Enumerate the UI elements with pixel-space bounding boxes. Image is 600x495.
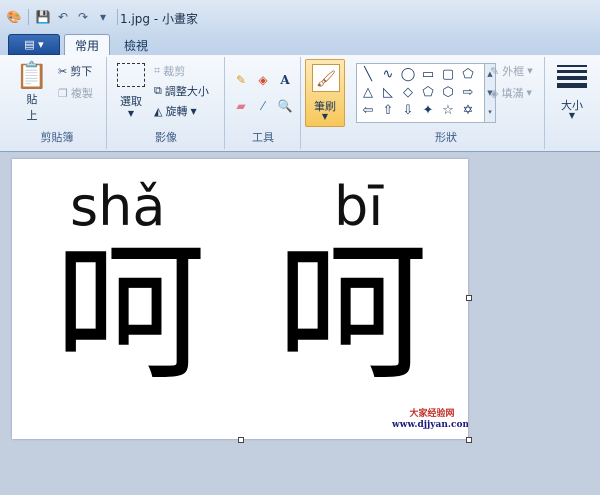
window-title: 1.jpg - 小畫家: [120, 12, 198, 26]
curve-shape-icon[interactable]: ∿: [379, 66, 397, 82]
brush-icon: 🖌: [312, 64, 340, 92]
outline-label: 外框: [502, 65, 525, 78]
selection-rect-icon: [117, 63, 145, 87]
clipboard-group: 📋 貼上 ✂ 剪下 ❐ 複製 剪貼簿: [8, 57, 107, 149]
select-label: 選取: [120, 95, 142, 108]
ribbon-tabs: ▤ ▾ 常用 檢視: [0, 32, 600, 56]
chevron-down-icon: ▼: [190, 106, 197, 116]
right-arrow-shape-icon[interactable]: ⇨: [459, 84, 477, 100]
resize-handle-corner[interactable]: [466, 437, 472, 443]
save-icon[interactable]: 💾: [35, 9, 51, 25]
workspace: shǎ bī 呵 呵 大家经验网 www.djjyan.com: [0, 152, 600, 495]
chevron-down-icon: ▼: [127, 109, 135, 118]
undo-icon[interactable]: ↶: [55, 9, 71, 25]
brushes-button[interactable]: 🖌 筆刷 ▼: [305, 59, 345, 127]
image-group-label: 影像: [155, 131, 177, 144]
hexagon-shape-icon[interactable]: ⬡: [439, 84, 457, 100]
rounded-rectangle-shape-icon[interactable]: ▢: [439, 66, 457, 82]
polygon-shape-icon[interactable]: ⬠: [459, 66, 477, 82]
paste-label: 貼上: [26, 93, 38, 122]
up-arrow-shape-icon[interactable]: ⇧: [379, 102, 397, 118]
redo-icon[interactable]: ↷: [75, 9, 91, 25]
crop-icon: ⌗: [154, 64, 161, 77]
chevron-down-icon: ▼: [321, 112, 329, 121]
cut-label: 剪下: [70, 65, 93, 78]
watermark: 大家经验网 www.djjyan.com: [392, 409, 468, 431]
resize-label: 調整大小: [164, 85, 209, 98]
diamond-shape-icon[interactable]: ◇: [399, 84, 417, 100]
crop-button[interactable]: ⌗ 裁剪: [154, 63, 185, 79]
watermark-url: www.djjyan.com: [392, 420, 468, 430]
outline-icon: ✎: [490, 64, 500, 78]
line-weights-icon: [557, 65, 587, 88]
qat-separator: [117, 9, 118, 25]
resize-handle-bottom[interactable]: [238, 437, 244, 443]
expand-gallery-icon[interactable]: ▾: [488, 108, 492, 116]
text-icon[interactable]: A: [276, 71, 294, 89]
six-point-star-shape-icon[interactable]: ✡: [459, 102, 477, 118]
scissors-icon: ✂: [58, 64, 68, 78]
resize-button[interactable]: ⧉ 調整大小: [154, 83, 209, 99]
title-bar: 🎨 💾 ↶ ↷ ▾ 1.jpg - 小畫家: [0, 0, 600, 32]
hanzi-right: 呵: [276, 224, 428, 401]
rotate-icon: ◭: [154, 104, 163, 118]
clipboard-icon: 📋: [15, 61, 49, 91]
fill-button[interactable]: ◈ 填滿 ▼: [490, 85, 532, 101]
shapes-group-label: 形狀: [435, 131, 457, 144]
quick-access-toolbar: 🎨 💾 ↶ ↷ ▾: [6, 8, 120, 26]
shapes-gallery: ╲ ∿ ◯ ▭ ▢ ⬠ △ ◺ ◇ ⬠ ⬡ ⇨ ⇦ ⇧ ⇩ ✦ ☆ ✡: [356, 63, 485, 123]
fill-label: 填滿: [501, 87, 524, 100]
crop-label: 裁剪: [163, 65, 186, 78]
four-point-star-shape-icon[interactable]: ✦: [419, 102, 437, 118]
chevron-down-icon: ▼: [527, 67, 533, 75]
pencil-icon[interactable]: ✎: [232, 71, 250, 89]
rotate-label: 旋轉: [165, 105, 188, 118]
size-button[interactable]: 大小 ▼: [552, 59, 592, 125]
image-canvas[interactable]: shǎ bī 呵 呵 大家经验网 www.djjyan.com: [12, 159, 468, 439]
left-arrow-shape-icon[interactable]: ⇦: [359, 102, 377, 118]
rectangle-shape-icon[interactable]: ▭: [419, 66, 437, 82]
five-point-star-shape-icon[interactable]: ☆: [439, 102, 457, 118]
color-picker-icon[interactable]: ⁄: [254, 97, 272, 115]
fill-bucket-icon[interactable]: ◈: [254, 71, 272, 89]
resize-icon: ⧉: [154, 84, 162, 97]
triangle-shape-icon[interactable]: △: [359, 84, 377, 100]
tab-home[interactable]: 常用: [64, 34, 110, 56]
paint-app-icon[interactable]: 🎨: [6, 9, 22, 25]
hanzi-left: 呵: [54, 224, 206, 401]
rotate-button[interactable]: ◭ 旋轉 ▼: [154, 103, 197, 119]
fill-icon: ◈: [490, 86, 499, 100]
paint-menu-button[interactable]: ▤ ▾: [8, 34, 60, 55]
qat-separator: [28, 9, 29, 25]
copy-label: 複製: [70, 87, 93, 100]
watermark-title: 大家经验网: [409, 409, 455, 419]
customize-qat-icon[interactable]: ▾: [95, 9, 111, 25]
tab-view[interactable]: 檢視: [116, 35, 156, 55]
line-shape-icon[interactable]: ╲: [359, 66, 377, 82]
image-group: 選取 ▼ ⌗ 裁剪 ⧉ 調整大小 ◭ 旋轉 ▼ 影像: [108, 57, 225, 149]
oval-shape-icon[interactable]: ◯: [399, 66, 417, 82]
resize-handle-right[interactable]: [466, 295, 472, 301]
outline-button[interactable]: ✎ 外框 ▼: [490, 63, 533, 79]
select-button[interactable]: 選取 ▼: [114, 63, 148, 118]
copy-icon: ❐: [58, 86, 68, 100]
tools-group-label: 工具: [252, 131, 274, 144]
pentagon-shape-icon[interactable]: ⬠: [419, 84, 437, 100]
paste-button[interactable]: 📋 貼上: [14, 61, 50, 123]
chevron-down-icon: ▼: [526, 89, 532, 97]
magnifier-icon[interactable]: 🔍: [276, 97, 294, 115]
ribbon: 📋 貼上 ✂ 剪下 ❐ 複製 剪貼簿 選取 ▼ ⌗ 裁剪 ⧉ 調整大小 ◭ 旋轉: [0, 55, 600, 152]
down-arrow-shape-icon[interactable]: ⇩: [399, 102, 417, 118]
cut-button[interactable]: ✂ 剪下: [58, 63, 92, 79]
right-triangle-shape-icon[interactable]: ◺: [379, 84, 397, 100]
tools-group: ✎ ◈ A ▰ ⁄ 🔍 工具: [226, 57, 301, 149]
chevron-down-icon: ▼: [568, 111, 576, 120]
clipboard-group-label: 剪貼簿: [40, 131, 74, 144]
eraser-icon[interactable]: ▰: [232, 97, 250, 115]
copy-button[interactable]: ❐ 複製: [58, 85, 93, 101]
